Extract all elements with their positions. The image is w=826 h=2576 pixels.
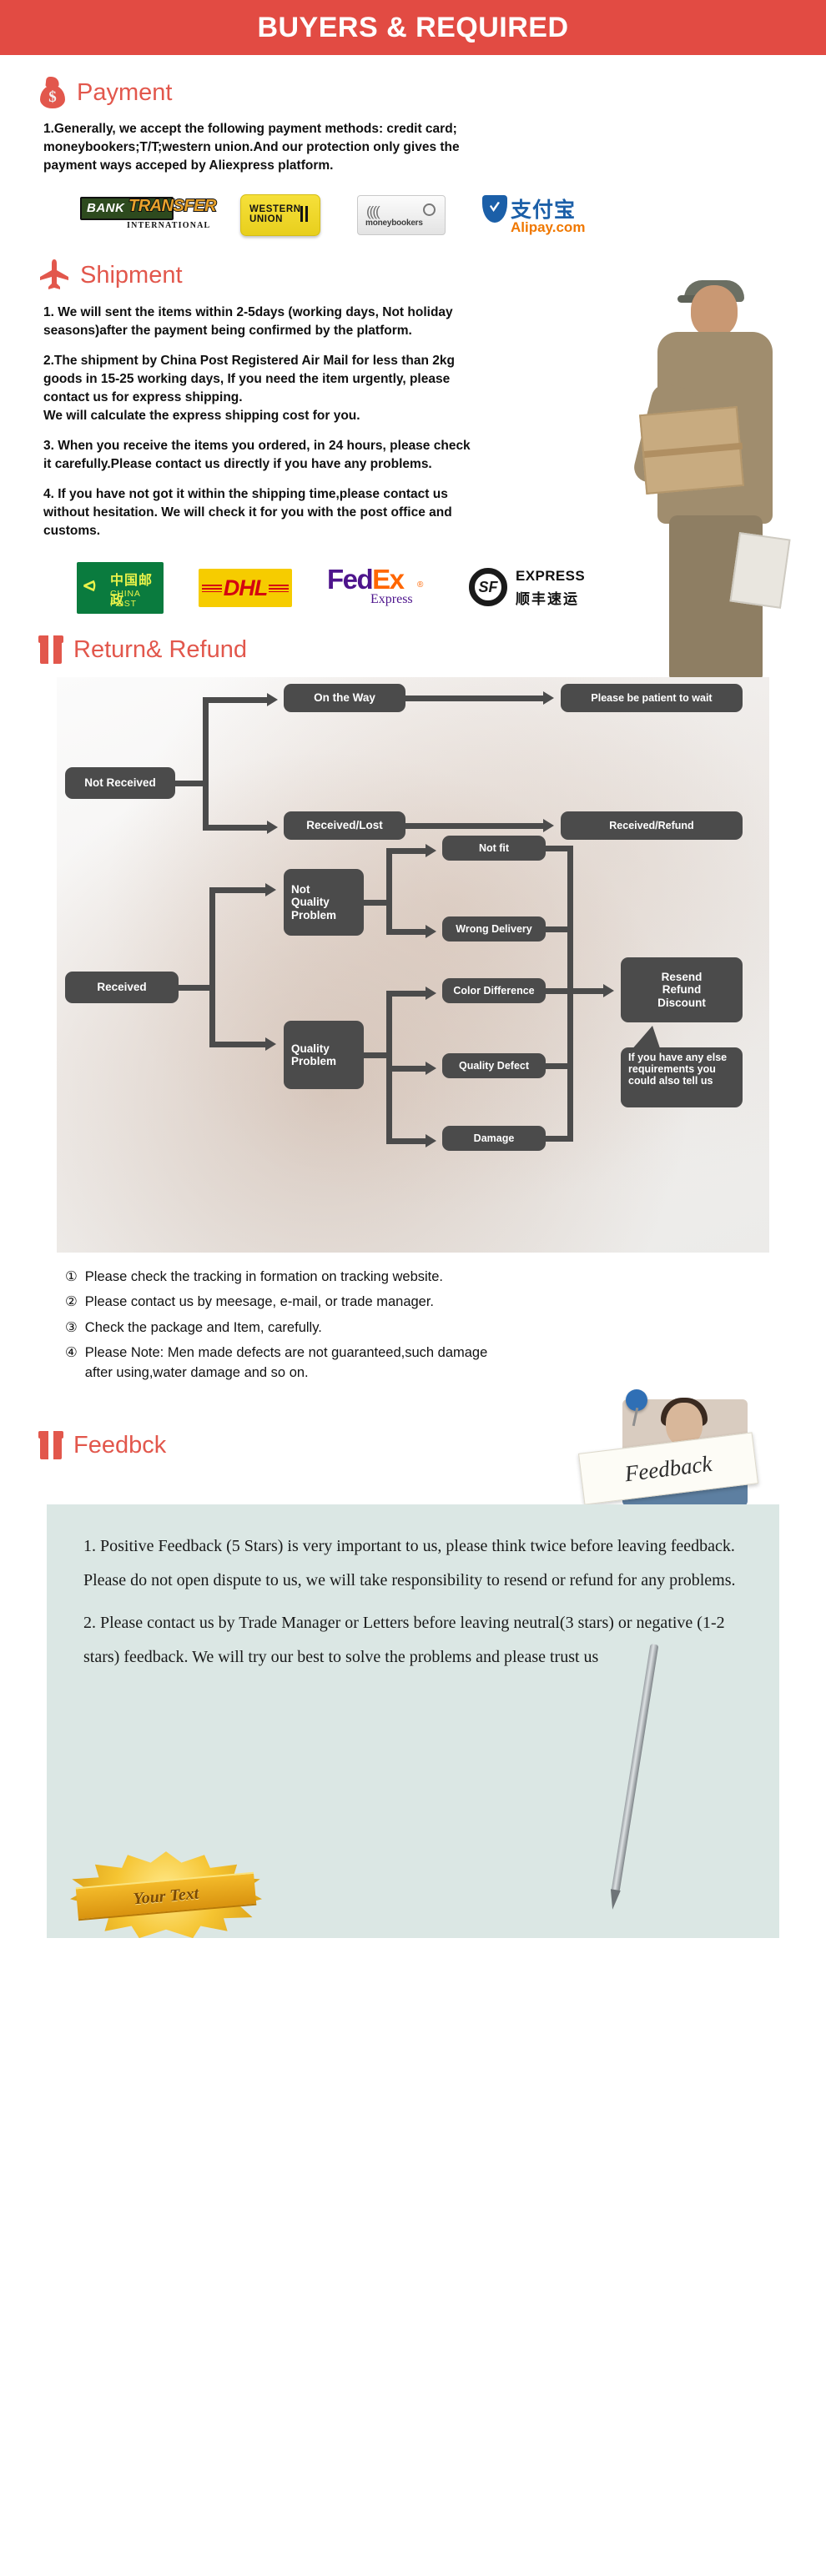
moneybookers-label: moneybookers bbox=[365, 218, 423, 228]
list-item: ① Please check the tracking in formation… bbox=[65, 1268, 794, 1287]
shipment-heading: Shipment bbox=[80, 261, 183, 289]
shipment-text-4: 4. If you have not got it within the shi… bbox=[43, 487, 452, 538]
sf-express-logo: SF EXPRESS 顺丰速运 bbox=[469, 566, 609, 610]
feedback-section: Feedbck Feedback 1. Positive Feedback (5… bbox=[0, 1389, 826, 1951]
returns-flowchart: Not Received On the Way Received/Lost Pl… bbox=[57, 677, 769, 1253]
dhl-label: DHL bbox=[223, 575, 269, 600]
bank-transfer-sub-text: INTERNATIONAL bbox=[127, 221, 211, 230]
alipay-logo: 支付宝 Alipay.com bbox=[482, 193, 592, 237]
feedback-photo: Feedback bbox=[574, 1389, 786, 1507]
payment-body-text: 1.Generally, we accept the following pay… bbox=[43, 122, 460, 173]
flow-node-please-wait: Please be patient to wait bbox=[561, 684, 743, 712]
bank-transfer-logo: BANK TRANSFER INTERNATIONAL bbox=[80, 195, 217, 235]
flow-arrow-to-received-refund bbox=[543, 819, 554, 832]
alipay-shield-icon bbox=[482, 195, 507, 223]
shipping-carriers-row: ⪦ 中国邮政 CHINA POST DHL FedEx ® Express SF… bbox=[77, 562, 794, 614]
shipment-section: Shipment 1. We will sent the items withi… bbox=[0, 259, 826, 679]
shipment-heading-row: Shipment bbox=[38, 259, 794, 292]
china-post-en: CHINA POST bbox=[110, 589, 141, 609]
sf-mark: SF bbox=[478, 578, 498, 595]
page-header-banner: BUYERS & REQUIRED bbox=[0, 0, 826, 55]
note-text: Please Note: Men made defects are not gu… bbox=[84, 1345, 488, 1380]
feedback-sign-text: Feedback bbox=[623, 1450, 713, 1486]
flow-arrow-to-resend bbox=[603, 984, 614, 997]
bank-transfer-transfer-text: TRANSFER bbox=[128, 196, 217, 216]
money-bag-icon: $ bbox=[38, 77, 67, 108]
sf-zh: 顺丰速运 bbox=[516, 591, 579, 607]
gift-box-icon bbox=[38, 635, 63, 664]
flow-node-quality-problem: Quality Problem bbox=[284, 1021, 364, 1089]
flow-node-on-the-way: On the Way bbox=[284, 684, 405, 712]
returns-section: Return& Refund Not Received On the Way R… bbox=[0, 635, 826, 1383]
flow-node-wrong-delivery: Wrong Delivery bbox=[442, 916, 546, 942]
flow-node-damage: Damage bbox=[442, 1126, 546, 1151]
flow-node-not-fit: Not fit bbox=[442, 836, 546, 861]
sf-en: EXPRESS bbox=[516, 568, 586, 584]
fedex-fed: Fed bbox=[327, 564, 374, 595]
flow-node-received-refund: Received/Refund bbox=[561, 811, 743, 840]
feedback-text-1: 1. Positive Feedback (5 Stars) is very i… bbox=[83, 1537, 736, 1590]
gold-starburst-badge: Your Text bbox=[70, 1851, 262, 1939]
china-post-logo: ⪦ 中国邮政 CHINA POST bbox=[77, 562, 164, 614]
pushpin-icon bbox=[626, 1389, 647, 1412]
flow-node-not-quality-problem: Not Quality Problem bbox=[284, 869, 364, 936]
airplane-icon bbox=[38, 259, 70, 292]
note-number: ④ bbox=[65, 1345, 78, 1361]
fedex-registered-mark: ® bbox=[417, 580, 424, 590]
flow-node-received: Received bbox=[65, 972, 179, 1003]
fedex-logo: FedEx ® Express bbox=[327, 564, 434, 612]
shipment-text-2: 2.The shipment by China Post Registered … bbox=[43, 354, 455, 423]
western-union-logo: WESTERN UNION bbox=[240, 194, 320, 236]
flow-arrow-to-on-the-way bbox=[267, 693, 278, 706]
note-number: ② bbox=[65, 1294, 78, 1310]
list-item: ② Please contact us by meesage, e-mail, … bbox=[65, 1293, 794, 1312]
flow-node-quality-defect: Quality Defect bbox=[442, 1053, 546, 1078]
fedex-ex: Ex bbox=[372, 564, 405, 595]
flow-node-color-difference: Color Difference bbox=[442, 978, 546, 1003]
flow-arrow-to-received-lost bbox=[267, 821, 278, 834]
moneybookers-logo: (((( moneybookers bbox=[357, 195, 446, 235]
returns-heading: Return& Refund bbox=[73, 635, 247, 663]
bank-transfer-bank-text: BANK bbox=[87, 201, 125, 215]
payment-heading: Payment bbox=[77, 78, 173, 106]
flow-callout-extra-requirements: If you have any else requirements you co… bbox=[621, 1047, 743, 1107]
flow-arrow-to-not-quality bbox=[265, 883, 276, 896]
note-text: Please contact us by meesage, e-mail, or… bbox=[84, 1294, 435, 1310]
gift-box-icon bbox=[38, 1431, 63, 1460]
alipay-en-text: Alipay.com bbox=[511, 219, 586, 235]
page-title: BUYERS & REQUIRED bbox=[257, 11, 569, 43]
flow-arrow-to-please-wait bbox=[543, 691, 554, 705]
returns-heading-row: Return& Refund bbox=[38, 635, 794, 664]
courier-photo bbox=[611, 280, 811, 680]
returns-notes-list: ① Please check the tracking in formation… bbox=[65, 1268, 794, 1383]
infographic-page: BUYERS & REQUIRED $ Payment 1.Generally,… bbox=[0, 0, 826, 1951]
flow-node-resend-refund-discount: Resend Refund Discount bbox=[621, 957, 743, 1022]
wu-line1: WESTERN bbox=[249, 204, 301, 214]
payment-heading-row: $ Payment bbox=[38, 77, 794, 108]
payment-section: $ Payment 1.Generally, we accept the fol… bbox=[0, 77, 826, 237]
flow-node-received-lost: Received/Lost bbox=[284, 811, 405, 840]
wu-line2: UNION bbox=[249, 213, 284, 224]
note-number: ③ bbox=[65, 1319, 78, 1335]
payment-logos-row: BANK TRANSFER INTERNATIONAL WESTERN UNION… bbox=[80, 193, 794, 237]
note-number: ① bbox=[65, 1269, 78, 1284]
list-item: ④ Please Note: Men made defects are not … bbox=[65, 1343, 794, 1383]
flow-arrow-to-quality bbox=[265, 1037, 276, 1051]
shipment-text-1: 1. We will sent the items within 2-5days… bbox=[43, 305, 453, 338]
fedex-sub: Express bbox=[370, 592, 413, 606]
dhl-logo: DHL bbox=[199, 569, 292, 607]
shipment-text-3: 3. When you receive the items you ordere… bbox=[43, 439, 471, 471]
badge-text: Your Text bbox=[132, 1884, 200, 1909]
flow-node-not-received: Not Received bbox=[65, 767, 175, 799]
gold-badge-wrap: Your Text bbox=[32, 1851, 794, 1951]
note-text: Please check the tracking in formation o… bbox=[84, 1269, 444, 1284]
note-text: Check the package and Item, carefully. bbox=[84, 1319, 322, 1335]
list-item: ③ Check the package and Item, carefully. bbox=[65, 1318, 794, 1338]
feedback-heading: Feedbck bbox=[73, 1431, 167, 1459]
